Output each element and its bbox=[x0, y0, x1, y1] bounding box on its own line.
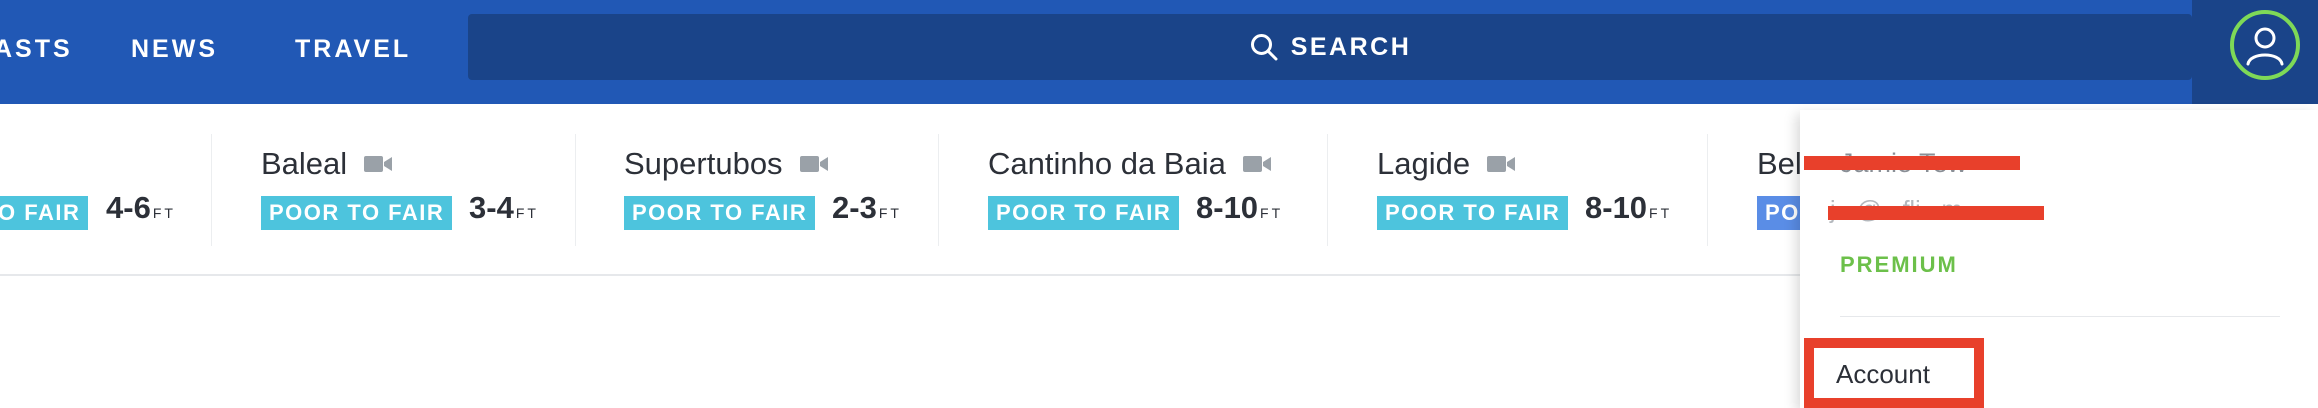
camera-icon bbox=[364, 156, 393, 172]
nav-travel[interactable]: TRAVEL bbox=[295, 0, 411, 98]
condition-badge: POOR TO FAIR bbox=[624, 196, 816, 230]
spot-card-supertubos[interactable]: Supertubos POOR TO FAIR 2-3 FT bbox=[624, 104, 924, 276]
camera-icon bbox=[799, 156, 828, 172]
top-navigation: ASTS NEWS TRAVEL SEARCH bbox=[0, 0, 2318, 104]
spot-divider bbox=[575, 134, 576, 246]
spot-name-text: Cantinho da Baia bbox=[988, 146, 1226, 181]
menu-divider bbox=[1840, 316, 2280, 317]
spot-card-cantinho-da-baia[interactable]: Cantinho da Baia POOR TO FAIR 8-10 FT bbox=[988, 104, 1328, 276]
search-icon bbox=[1250, 34, 1278, 61]
spot-divider bbox=[211, 134, 212, 246]
spot-name: Lagide bbox=[1377, 146, 1516, 182]
nav-news[interactable]: NEWS bbox=[131, 0, 218, 98]
wave-height-value: 8-10 bbox=[1585, 190, 1648, 225]
account-dropdown: Jamie Tew j...@...fli...m PREMIUM Accoun… bbox=[1800, 110, 2318, 408]
redaction-mark bbox=[1828, 206, 2044, 220]
wave-height-value: 3-4 bbox=[469, 190, 514, 225]
wave-height-unit: FT bbox=[1260, 205, 1284, 221]
condition-badge: POOR TO FAIR bbox=[261, 196, 453, 230]
wave-height: 2-3 FT bbox=[832, 190, 902, 226]
spot-name-text: Lagide bbox=[1377, 146, 1471, 181]
spot-name: Cantinho da Baia bbox=[988, 146, 1272, 182]
wave-height-value: 8-10 bbox=[1196, 190, 1259, 225]
wave-height-value: 2-3 bbox=[832, 190, 877, 225]
spot-name-text: Supertubos bbox=[624, 146, 783, 181]
spot-divider bbox=[1707, 134, 1708, 246]
condition-badge: POOR TO FAIR bbox=[1377, 196, 1569, 230]
spot-name: Baleal bbox=[261, 146, 393, 182]
spot-divider bbox=[938, 134, 939, 246]
account-link-label: Account bbox=[1836, 359, 1930, 389]
search-label: SEARCH bbox=[1290, 32, 1412, 61]
nav-forecasts[interactable]: ASTS bbox=[0, 0, 73, 98]
wave-height-value: 4-6 bbox=[106, 190, 151, 225]
wave-height-unit: FT bbox=[1649, 205, 1673, 221]
spot-name-text: Baleal bbox=[261, 146, 348, 181]
wave-height-unit: FT bbox=[152, 205, 176, 221]
spot-card-baleal[interactable]: Baleal POOR TO FAIR 3-4 FT bbox=[261, 104, 561, 276]
wave-height-unit: FT bbox=[515, 205, 539, 221]
spot-name: Bel bbox=[1757, 146, 1802, 182]
wave-height: 4-6 FT bbox=[106, 190, 176, 226]
user-icon bbox=[2246, 27, 2284, 66]
spot-name: Supertubos bbox=[624, 146, 829, 182]
condition-badge: O FAIR bbox=[0, 196, 89, 230]
plan-badge: PREMIUM bbox=[1840, 252, 1958, 277]
spot-name-text: Bel bbox=[1757, 146, 1802, 181]
user-menu-area bbox=[2192, 0, 2318, 104]
spot-divider bbox=[1327, 134, 1328, 246]
redaction-mark bbox=[1804, 156, 2020, 170]
wave-height-unit: FT bbox=[878, 205, 902, 221]
account-link[interactable]: Account bbox=[1804, 338, 1984, 408]
wave-height: 8-10 FT bbox=[1196, 190, 1283, 226]
camera-icon bbox=[1487, 156, 1516, 172]
search-bar[interactable]: SEARCH bbox=[468, 14, 2192, 80]
condition-badge: POOR TO FAIR bbox=[988, 196, 1180, 230]
user-avatar-button[interactable] bbox=[2230, 10, 2300, 80]
spot-card[interactable]: O FAIR 4-6 FT bbox=[0, 104, 210, 276]
wave-height: 8-10 FT bbox=[1585, 190, 1672, 226]
spot-card-lagide[interactable]: Lagide POOR TO FAIR 8-10 FT bbox=[1377, 104, 1707, 276]
camera-icon bbox=[1242, 156, 1271, 172]
wave-height: 3-4 FT bbox=[469, 190, 539, 226]
